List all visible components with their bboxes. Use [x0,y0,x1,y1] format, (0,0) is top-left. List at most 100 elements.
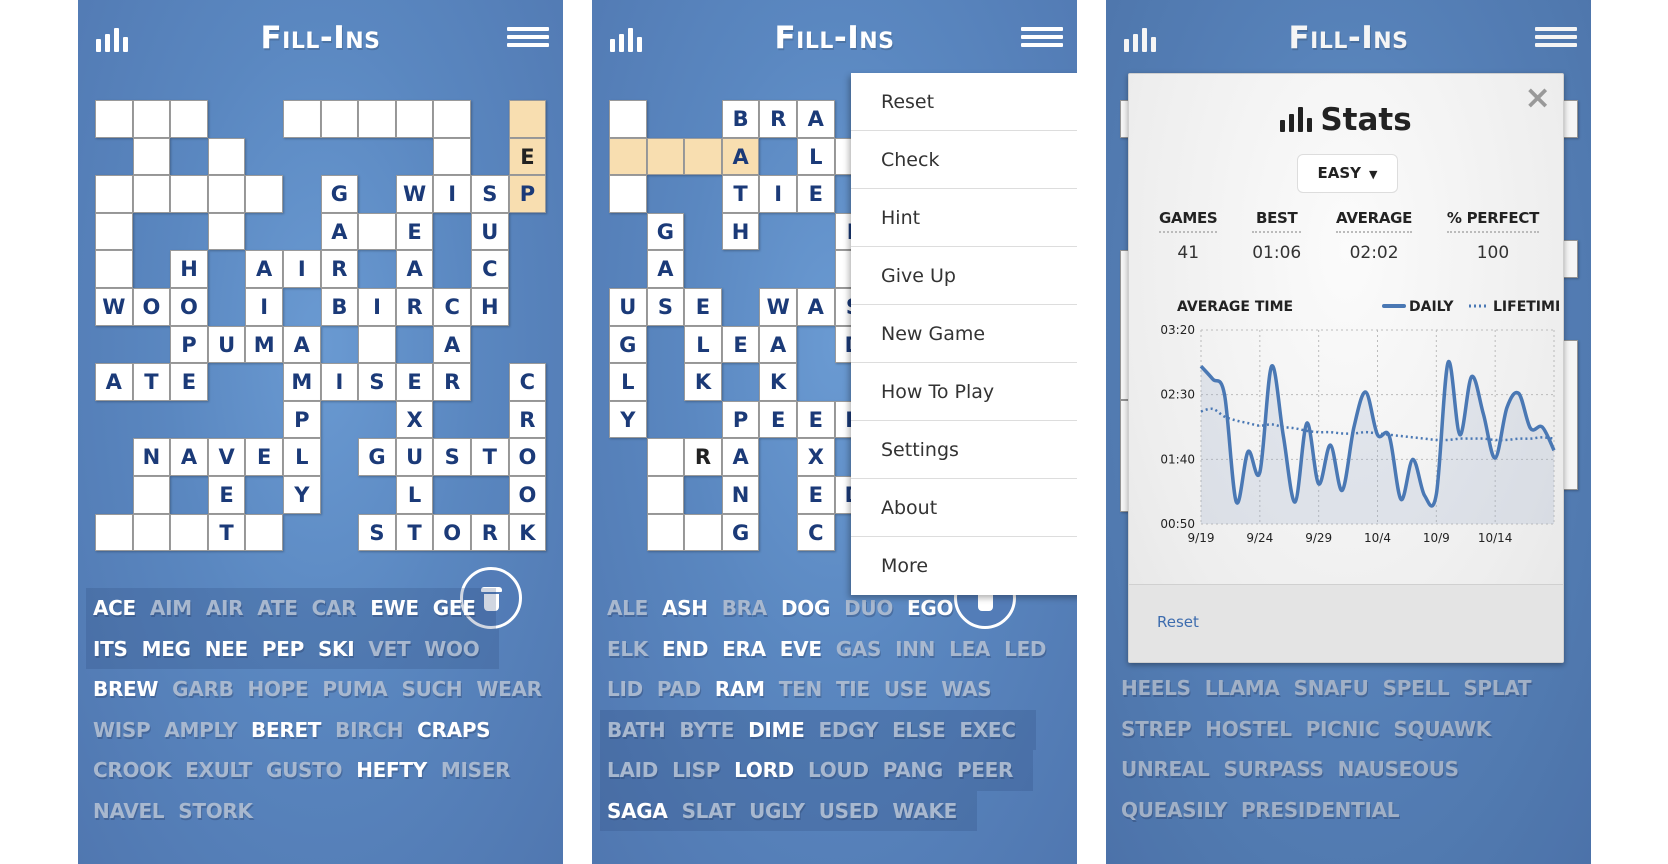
reset-stats-link[interactable]: Reset [1157,613,1199,631]
grid-cell[interactable]: O [170,288,208,326]
word-used[interactable]: GARB [172,669,234,710]
word-used[interactable]: BATH [607,710,666,751]
grid-cell[interactable]: E [395,212,434,251]
grid-cell[interactable]: G [721,513,760,552]
grid-cell[interactable]: W [95,288,133,326]
word-used[interactable]: WAS [941,669,991,710]
grid-cell[interactable] [684,513,722,552]
word-available[interactable]: GEE [433,588,476,629]
grid-cell[interactable] [170,175,208,213]
hamburger-menu-icon[interactable] [507,27,549,51]
grid-cell[interactable] [95,250,133,288]
grid-cell[interactable]: H [721,212,760,251]
grid-cell[interactable]: O [508,438,547,476]
grid-cell[interactable] [646,513,685,552]
grid-cell[interactable]: A [797,100,835,138]
grid-cell[interactable]: O [433,513,471,552]
word-used[interactable]: ELK [607,629,648,670]
grid-cell[interactable] [170,100,208,138]
grid-cell[interactable]: E [797,175,835,213]
grid-cell[interactable]: L [609,363,647,401]
grid-cell[interactable]: U [207,325,246,364]
word-used[interactable]: LOUD [808,750,869,791]
word-used[interactable]: VET [368,629,410,670]
grid-cell[interactable]: T [395,513,434,552]
grid-cell[interactable]: A [759,325,797,364]
word-used[interactable]: WISP [93,710,151,751]
grid-cell[interactable]: E [797,400,835,439]
grid-cell[interactable]: A [170,438,208,476]
grid-cell[interactable]: M [283,363,321,401]
grid-cell[interactable]: C [797,513,835,552]
grid-cell[interactable]: E [170,363,208,401]
grid-cell[interactable]: M [245,325,283,364]
grid-cell[interactable] [170,513,208,552]
word-available[interactable]: RAM [715,669,765,710]
grid-cell[interactable]: L [283,438,321,476]
grid-cell[interactable]: A [797,288,835,326]
grid-cell[interactable]: S [358,513,396,552]
menu-item-about[interactable]: About [851,479,1077,537]
grid-cell[interactable]: A [245,250,283,288]
grid-cell[interactable]: I [358,288,396,326]
word-used[interactable]: GAS [836,629,882,670]
grid-cell[interactable]: N [721,476,760,514]
word-used[interactable]: WAKE [892,791,957,832]
grid-cell[interactable]: V [207,438,246,476]
word-available[interactable]: DOG [781,588,830,629]
grid-cell[interactable] [132,476,171,514]
grid-cell[interactable]: L [684,325,722,364]
grid-cell[interactable]: P [283,400,321,439]
grid-cell[interactable]: K [684,363,722,401]
grid-cell[interactable]: R [471,513,509,552]
word-used[interactable]: GUSTO [266,750,343,791]
grid-cell[interactable]: E [797,476,835,514]
grid-cell[interactable]: X [797,438,835,476]
grid-cell[interactable]: A [283,325,321,364]
grid-cell[interactable]: T [721,175,760,213]
grid-cell[interactable]: E [721,325,760,364]
word-used[interactable]: USE [884,669,928,710]
grid-cell[interactable]: R [684,438,722,476]
grid-cell[interactable] [433,100,471,138]
word-used[interactable]: INN [895,629,935,670]
word-used[interactable]: CROOK [93,750,171,791]
grid-cell[interactable]: S [358,363,396,401]
grid-cell[interactable] [609,100,647,138]
grid-cell[interactable]: P [721,400,760,439]
grid-cell[interactable]: W [395,175,434,213]
hamburger-menu-icon[interactable] [1021,27,1063,51]
grid-cell[interactable]: R [320,250,359,288]
grid-cell[interactable]: C [471,250,509,288]
word-used[interactable]: HOPE [248,669,309,710]
word-used[interactable]: UGLY [749,791,805,832]
grid-cell[interactable]: R [508,400,547,439]
grid-cell[interactable] [207,212,246,251]
grid-cell[interactable]: P [508,175,547,213]
word-used[interactable]: LAID [607,750,658,791]
word-used[interactable]: EXULT [185,750,252,791]
word-used[interactable]: ALE [607,588,648,629]
grid-cell[interactable]: R [759,100,797,138]
menu-item-give-up[interactable]: Give Up [851,247,1077,305]
word-used[interactable]: NAVEL [93,791,165,832]
grid-cell[interactable] [684,137,722,176]
grid-cell[interactable]: H [170,250,208,288]
grid-cell[interactable]: N [132,438,171,476]
grid-cell[interactable]: E [759,400,797,439]
grid-cell[interactable]: X [395,400,434,439]
grid-cell[interactable]: C [508,363,547,401]
word-used[interactable]: AIR [206,588,244,629]
grid-cell[interactable]: L [395,476,434,514]
word-used[interactable]: ELSE [892,710,946,751]
word-used[interactable]: PAD [657,669,701,710]
grid-cell[interactable] [95,175,133,213]
grid-cell[interactable]: U [395,438,434,476]
word-used[interactable]: AIM [150,588,192,629]
word-used[interactable]: LID [607,669,643,710]
word-used[interactable]: USED [819,791,879,832]
grid-cell[interactable]: E [508,137,547,176]
grid-cell[interactable]: R [395,288,434,326]
word-used[interactable]: PUMA [322,669,387,710]
word-used[interactable]: WOO [424,629,479,670]
